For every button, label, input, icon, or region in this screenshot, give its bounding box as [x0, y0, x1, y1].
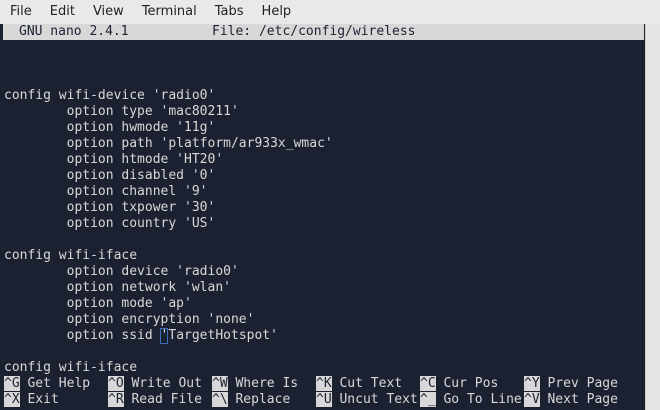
- shortcut-key: ^R: [108, 392, 124, 407]
- shortcut-item[interactable]: ^K Cut Text: [316, 376, 402, 392]
- shortcut-label: Prev Page: [539, 376, 618, 391]
- shortcut-label: Get Help: [19, 376, 91, 391]
- menu-tabs[interactable]: Tabs: [206, 0, 253, 24]
- shortcut-item[interactable]: ^W Where Is: [212, 376, 298, 392]
- shortcut-label: Replace: [227, 392, 291, 407]
- shortcut-key: ^C: [420, 376, 436, 391]
- shortcut-key: ^U: [316, 392, 332, 407]
- editor-line: option country 'US': [4, 216, 216, 231]
- shortcut-key: ^W: [212, 376, 228, 391]
- shortcut-item[interactable]: ^O Write Out: [108, 376, 202, 392]
- shortcut-item[interactable]: ^G Get Help: [4, 376, 90, 392]
- editor-line: option path 'platform/ar933x_wmac': [4, 136, 333, 151]
- nano-version: GNU nano 2.4.1: [19, 24, 129, 39]
- shortcut-row-1: ^G Get Help ^O Write Out ^W Where Is ^K Cut…: [4, 376, 644, 392]
- menu-view[interactable]: View: [84, 0, 133, 24]
- menubar: File Edit View Terminal Tabs Help: [0, 0, 660, 24]
- shortcut-label: Cur Pos: [435, 376, 499, 391]
- shortcut-key: ^O: [108, 376, 124, 391]
- editor-line: option hwmode '11g': [4, 120, 216, 135]
- shortcut-key: ^_: [420, 392, 436, 407]
- shortcut-item[interactable]: ^R Read File: [108, 392, 202, 408]
- shortcut-item[interactable]: ^V Next Page: [524, 392, 618, 408]
- editor-line: option disabled '0': [4, 168, 216, 183]
- menu-terminal[interactable]: Terminal: [133, 0, 206, 24]
- editor-line: option channel '9': [4, 184, 208, 199]
- scrollbar[interactable]: [645, 24, 660, 410]
- shortcut-bar: ^G Get Help ^O Write Out ^W Where Is ^K Cut…: [4, 376, 644, 408]
- editor-line: option device 'radio0': [4, 264, 239, 279]
- text-cursor: ': [159, 328, 169, 344]
- shortcut-key: ^Y: [524, 376, 540, 391]
- shortcut-key: ^V: [524, 392, 540, 407]
- shortcut-key: ^X: [4, 392, 20, 407]
- shortcut-item[interactable]: ^\ Replace: [212, 392, 290, 408]
- line-text-before-cursor: option ssid: [4, 328, 161, 343]
- shortcut-label: Next Page: [539, 392, 618, 407]
- editor-line: config wifi-iface: [4, 248, 138, 263]
- shortcut-key: ^K: [316, 376, 332, 391]
- editor-line: option htmode 'HT20': [4, 152, 224, 167]
- shortcut-label: Where Is: [227, 376, 299, 391]
- terminal-window: File Edit View Terminal Tabs Help GNU na…: [0, 0, 660, 410]
- menu-edit[interactable]: Edit: [41, 0, 84, 24]
- shortcut-item[interactable]: ^_ Go To Line: [420, 392, 522, 408]
- editor-line: config wifi-device 'radio0': [4, 88, 216, 103]
- editor-line: option ssid 'TargetHotspot': [4, 328, 640, 344]
- editor-line: option mode 'ap': [4, 296, 192, 311]
- menu-file[interactable]: File: [0, 0, 41, 24]
- shortcut-item[interactable]: ^U Uncut Text: [316, 392, 418, 408]
- editor-line: option encryption 'none': [4, 312, 255, 327]
- editor-line: option txpower '30': [4, 200, 216, 215]
- nano-titlebar: GNU nano 2.4.1 File: /etc/config/wireles…: [3, 24, 644, 40]
- editor-line: config wifi-iface: [4, 360, 138, 375]
- editor-line: option network 'wlan': [4, 280, 231, 295]
- editor-buffer[interactable]: config wifi-device 'radio0' option type …: [4, 72, 640, 376]
- shortcut-label: Exit: [19, 392, 59, 407]
- nano-file-label: File: /etc/config/wireless: [212, 24, 416, 39]
- shortcut-key: ^G: [4, 376, 20, 391]
- line-text-after-cursor: TargetHotspot': [168, 328, 278, 343]
- menu-help[interactable]: Help: [253, 0, 301, 24]
- shortcut-label: Write Out: [123, 376, 202, 391]
- shortcut-label: Read File: [123, 392, 202, 407]
- shortcut-row-2: ^X Exit ^R Read File ^\ Replace ^U Uncut Te…: [4, 392, 644, 408]
- shortcut-label: Uncut Text: [331, 392, 418, 407]
- terminal-area[interactable]: GNU nano 2.4.1 File: /etc/config/wireles…: [0, 24, 660, 410]
- editor-line: option type 'mac80211': [4, 104, 239, 119]
- shortcut-label: Cut Text: [331, 376, 403, 391]
- shortcut-item[interactable]: ^X Exit: [4, 392, 59, 408]
- shortcut-key: ^\: [212, 392, 228, 407]
- shortcut-item[interactable]: ^Y Prev Page: [524, 376, 618, 392]
- shortcut-label: Go To Line: [435, 392, 522, 407]
- shortcut-item[interactable]: ^C Cur Pos: [420, 376, 498, 392]
